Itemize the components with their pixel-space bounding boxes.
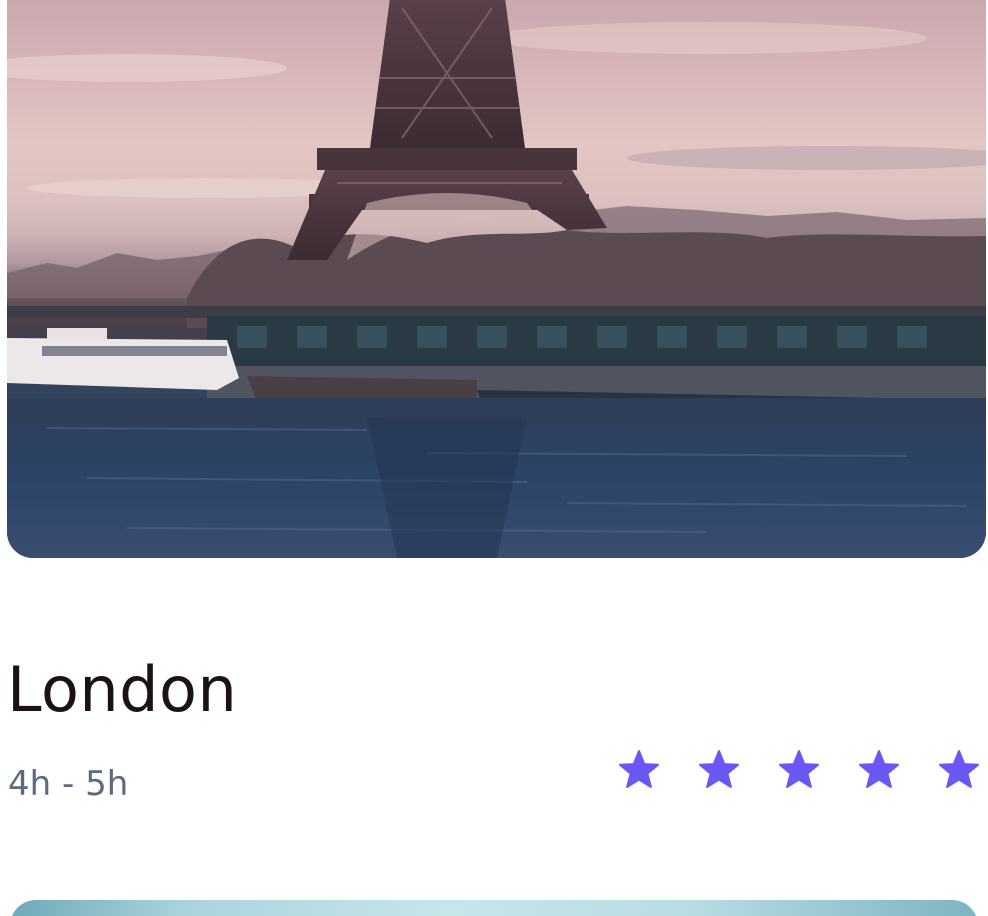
eiffel-tower-photo bbox=[7, 0, 986, 558]
destination-duration: 4h - 5h bbox=[8, 764, 129, 804]
destination-title: London bbox=[7, 653, 238, 726]
star-icon[interactable] bbox=[617, 748, 661, 792]
next-destination-image[interactable] bbox=[10, 900, 978, 916]
star-icon[interactable] bbox=[937, 748, 981, 792]
star-icon[interactable] bbox=[777, 748, 821, 792]
star-icon[interactable] bbox=[697, 748, 741, 792]
star-rating[interactable] bbox=[617, 748, 988, 794]
destination-image[interactable] bbox=[7, 0, 986, 558]
star-icon[interactable] bbox=[857, 748, 901, 792]
destination-list: London 4h - 5h bbox=[0, 0, 988, 916]
